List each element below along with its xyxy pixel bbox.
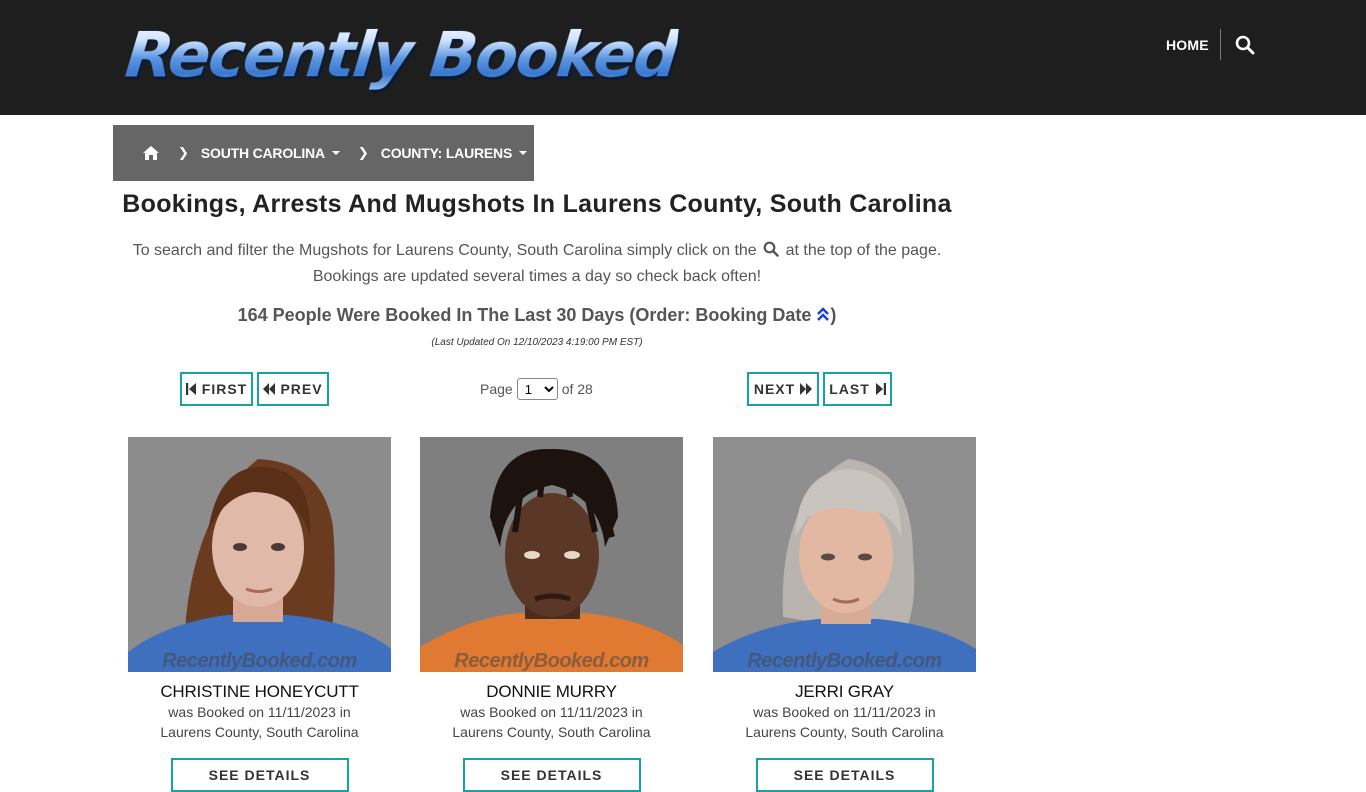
next-page-button[interactable]: NEXT [747, 372, 819, 406]
search-icon[interactable] [1235, 35, 1255, 55]
last-page-label: LAST [829, 381, 870, 397]
booking-location-text: Laurens County, South Carolina [745, 724, 944, 740]
page-selector: Page 1 of 28 [480, 378, 593, 400]
caret-down-icon [331, 151, 340, 155]
breadcrumb: ❯ SOUTH CAROLINA ❯ COUNTY: LAURENS [113, 125, 534, 181]
nav-divider [1220, 29, 1221, 60]
first-page-button[interactable]: FIRST [180, 372, 253, 406]
booking-card: RecentlyBooked.com JERRI GRAY was Booked… [713, 437, 976, 792]
skip-start-icon [185, 383, 196, 395]
booking-date-text: was Booked on 11/11/2023 in [460, 704, 643, 720]
photo-watermark: RecentlyBooked.com [747, 650, 942, 672]
breadcrumb-county-dropdown[interactable]: COUNTY: LAURENS [380, 145, 528, 161]
intro-text-part1: To search and filter the Mugshots for La… [132, 242, 757, 259]
site-header: Recently Booked HOME [0, 0, 1366, 115]
chevron-right-icon: ❯ [178, 145, 189, 160]
booking-name[interactable]: JERRI GRAY [713, 682, 976, 702]
booking-count-text: 164 People Were Booked In The Last 30 Da… [237, 305, 812, 325]
home-icon[interactable] [142, 145, 160, 161]
first-page-label: FIRST [201, 381, 248, 397]
booking-card: RecentlyBooked.com CHRISTINE HONEYCUTT w… [128, 437, 391, 792]
nav-home-link[interactable]: HOME [1166, 37, 1209, 53]
caret-down-icon [519, 151, 528, 155]
mugshot-image [713, 437, 976, 672]
rewind-icon [263, 383, 276, 395]
mugshot-image [420, 437, 683, 672]
intro-text: To search and filter the Mugshots for La… [106, 238, 968, 290]
see-details-button[interactable]: SEE DETAILS [170, 758, 349, 792]
booking-location-text: Laurens County, South Carolina [452, 724, 651, 740]
photo-watermark: RecentlyBooked.com [162, 650, 357, 672]
breadcrumb-county-label: COUNTY: LAURENS [380, 145, 513, 161]
prev-page-button[interactable]: PREV [257, 372, 329, 406]
site-logo[interactable]: Recently Booked [122, 18, 680, 92]
page-select[interactable]: 1 [516, 378, 558, 400]
sort-toggle-icon[interactable] [816, 307, 830, 323]
page-label: Page [480, 381, 513, 397]
breadcrumb-state-dropdown[interactable]: SOUTH CAROLINA [201, 145, 340, 161]
prev-page-label: PREV [280, 381, 323, 397]
booking-count-close: ) [830, 305, 837, 325]
logo-text: Recently Booked [122, 18, 681, 91]
see-details-button[interactable]: SEE DETAILS [755, 758, 934, 792]
mugshot-photo[interactable]: RecentlyBooked.com [128, 437, 391, 672]
skip-end-icon [875, 383, 886, 395]
booking-date-text: was Booked on 11/11/2023 in [753, 704, 936, 720]
chevron-right-icon: ❯ [357, 145, 369, 160]
booking-name[interactable]: DONNIE MURRY [420, 682, 683, 702]
mugshot-image [128, 437, 391, 672]
booking-location-text: Laurens County, South Carolina [160, 724, 359, 740]
booking-card: RecentlyBooked.com DONNIE MURRY was Book… [420, 437, 683, 792]
page-of-label: of 28 [561, 381, 593, 397]
booking-count-heading: 164 People Were Booked In The Last 30 Da… [113, 305, 961, 326]
fast-forward-icon [800, 383, 813, 395]
search-icon [763, 240, 779, 257]
photo-watermark: RecentlyBooked.com [454, 650, 649, 672]
last-page-button[interactable]: LAST [823, 372, 892, 406]
see-details-button[interactable]: SEE DETAILS [462, 758, 641, 792]
page-title: Bookings, Arrests And Mugshots In Lauren… [122, 190, 952, 218]
breadcrumb-state-label: SOUTH CAROLINA [200, 145, 325, 161]
last-updated-text: (Last Updated On 12/10/2023 4:19:00 PM E… [431, 337, 643, 348]
booking-name[interactable]: CHRISTINE HONEYCUTT [128, 682, 391, 702]
mugshot-photo[interactable]: RecentlyBooked.com [713, 437, 976, 672]
mugshot-photo[interactable]: RecentlyBooked.com [420, 437, 683, 672]
booking-date-text: was Booked on 11/11/2023 in [168, 704, 351, 720]
next-page-label: NEXT [753, 381, 796, 397]
